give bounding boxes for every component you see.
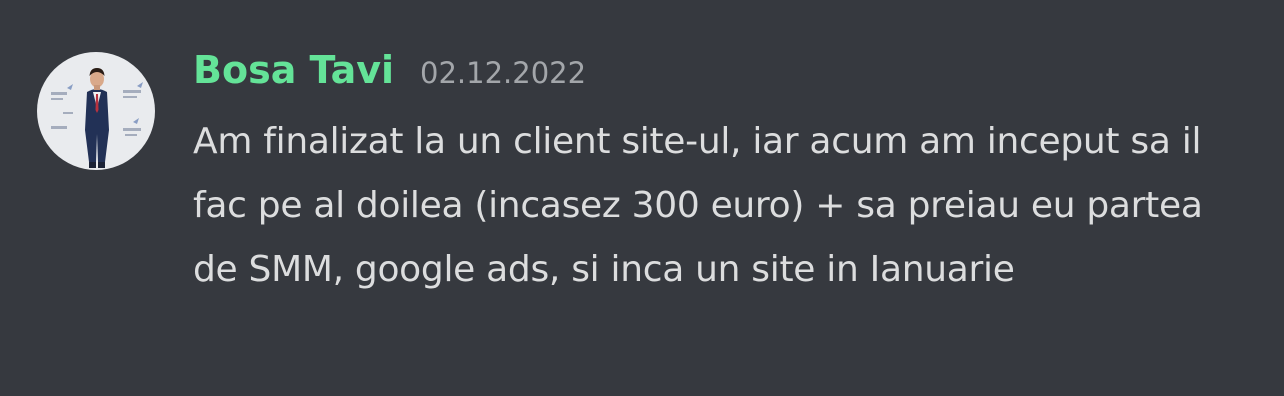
message-text: Am finalizat la un client site-ul, iar a… — [193, 121, 1203, 290]
message-content: Bosa Tavi 02.12.2022 Am finalizat la un … — [193, 48, 1253, 302]
avatar-photo-icon — [37, 52, 155, 170]
user-avatar[interactable] — [37, 52, 155, 170]
username[interactable]: Bosa Tavi — [193, 48, 394, 92]
message-header: Bosa Tavi 02.12.2022 — [193, 48, 1253, 102]
message-timestamp: 02.12.2022 — [420, 56, 587, 90]
chat-message: Bosa Tavi 02.12.2022 Am finalizat la un … — [0, 0, 1284, 396]
